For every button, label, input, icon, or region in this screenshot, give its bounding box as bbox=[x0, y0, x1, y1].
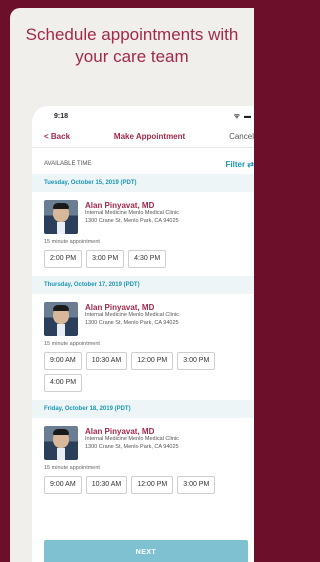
time-slot-button[interactable]: 4:30 PM bbox=[128, 250, 167, 268]
back-button[interactable]: < Back bbox=[44, 132, 70, 141]
appointment-duration: 15 minute appointment bbox=[44, 341, 100, 347]
promo-card: Schedule appointments with your care tea… bbox=[10, 8, 254, 562]
time-slot-button[interactable]: 3:00 PM bbox=[177, 476, 216, 494]
doctor-card[interactable]: Alan Pinyavat, MD Internal Medicine Menl… bbox=[32, 418, 254, 460]
appointment-duration: 15 minute appointment bbox=[44, 239, 100, 245]
doctor-name: Alan Pinyavat, MD bbox=[85, 427, 155, 436]
doctor-card[interactable]: Alan Pinyavat, MD Internal Medicine Menl… bbox=[32, 294, 254, 336]
time-slot-button[interactable]: 3:00 PM bbox=[86, 250, 125, 268]
time-slot-button[interactable]: 10:30 AM bbox=[85, 476, 128, 494]
day-section: Tuesday, October 15, 2019 (PDT) Alan Pin… bbox=[32, 174, 254, 276]
time-slot-button[interactable]: 4:00 PM bbox=[44, 374, 83, 392]
nav-bar: < Back Make Appointment Cancel bbox=[32, 126, 254, 148]
filter-button[interactable]: Filter ⇄ bbox=[226, 160, 254, 169]
date-header: Friday, October 18, 2019 (PDT) bbox=[32, 400, 254, 418]
available-time-header: AVAILABLE TIME Filter ⇄ bbox=[32, 154, 254, 174]
doctor-avatar bbox=[44, 200, 78, 234]
section-label: AVAILABLE TIME bbox=[44, 161, 92, 167]
status-bar: 9:18 ᯤ ▬ bbox=[32, 106, 254, 126]
headline: Schedule appointments with your care tea… bbox=[25, 25, 239, 66]
doctor-name: Alan Pinyavat, MD bbox=[85, 303, 155, 312]
time-slot-button[interactable]: 12:00 PM bbox=[131, 352, 174, 370]
time-slot-button[interactable]: 2:00 PM bbox=[44, 250, 83, 268]
time-slots: 2:00 PM 3:00 PM 4:30 PM bbox=[32, 245, 254, 276]
time-slots: 9:00 AM 10:30 AM 12:00 PM 3:00 PM bbox=[32, 471, 254, 502]
time-slot-button[interactable]: 9:00 AM bbox=[44, 352, 82, 370]
clinic-address: 1300 Crane St, Menlo Park, CA 94025 bbox=[85, 319, 179, 326]
page-title: Make Appointment bbox=[113, 132, 186, 141]
status-time: 9:18 bbox=[54, 112, 69, 120]
time-slot-button[interactable]: 12:00 PM bbox=[131, 476, 174, 494]
day-section: Friday, October 18, 2019 (PDT) Alan Piny… bbox=[32, 400, 254, 502]
date-header: Thursday, October 17, 2019 (PDT) bbox=[32, 276, 254, 294]
doctor-avatar bbox=[44, 426, 78, 460]
clinic-address: 1300 Crane St, Menlo Park, CA 94025 bbox=[85, 443, 179, 450]
clinic-address: 1300 Crane St, Menlo Park, CA 94025 bbox=[85, 217, 179, 224]
time-slot-button[interactable]: 9:00 AM bbox=[44, 476, 82, 494]
time-slot-button[interactable]: 3:00 PM bbox=[177, 352, 216, 370]
day-section: Thursday, October 17, 2019 (PDT) Alan Pi… bbox=[32, 276, 254, 400]
clinic-name: Internal Medicine Menlo Medical Clinic bbox=[85, 312, 179, 318]
next-button[interactable]: NEXT bbox=[44, 540, 248, 562]
time-slots: 9:00 AM 10:30 AM 12:00 PM 3:00 PM 4:00 P… bbox=[32, 347, 254, 400]
phone-screen: 9:18 ᯤ ▬ < Back Make Appointment Cancel … bbox=[32, 106, 254, 562]
clinic-name: Internal Medicine Menlo Medical Clinic bbox=[85, 210, 179, 216]
cancel-button[interactable]: Cancel bbox=[229, 132, 254, 141]
signal-battery-icon: ᯤ ▬ bbox=[233, 112, 252, 120]
appointment-duration: 15 minute appointment bbox=[44, 465, 100, 471]
date-header: Tuesday, October 15, 2019 (PDT) bbox=[32, 174, 254, 192]
clinic-name: Internal Medicine Menlo Medical Clinic bbox=[85, 436, 179, 442]
doctor-card[interactable]: Alan Pinyavat, MD Internal Medicine Menl… bbox=[32, 192, 254, 234]
time-slot-button[interactable]: 10:30 AM bbox=[85, 352, 128, 370]
doctor-avatar bbox=[44, 302, 78, 336]
doctor-name: Alan Pinyavat, MD bbox=[85, 201, 155, 210]
